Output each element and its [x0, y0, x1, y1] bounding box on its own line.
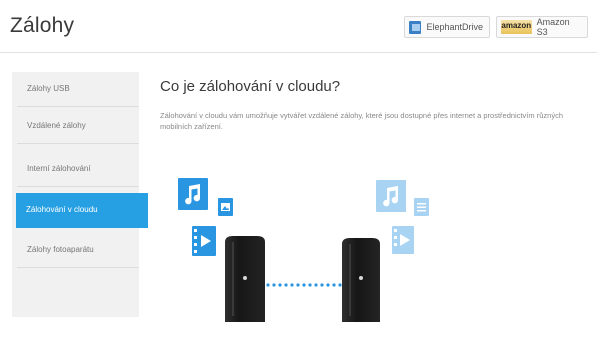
music-icon-faded — [376, 180, 406, 212]
sidebar-item-camera-backups[interactable]: Zálohy fotoaparátu — [17, 233, 139, 268]
sidebar-item-label: Zálohování v cloudu — [26, 205, 98, 214]
right-drive-icon — [342, 238, 380, 322]
amazon-s3-button[interactable]: amazon Amazon S3 — [496, 16, 588, 38]
document-icon-faded — [414, 198, 429, 216]
sidebar-item-label: Zálohy USB — [27, 84, 70, 93]
sidebar-item-internal-backups[interactable]: Interní zálohování — [17, 152, 139, 187]
sidebar-item-cloud-backups[interactable]: Zálohování v cloudu — [16, 193, 148, 228]
amazon-s3-label: Amazon S3 — [536, 17, 570, 37]
sidebar-item-remote-backups[interactable]: Vzdálené zálohy — [17, 109, 139, 144]
video-icon-faded — [392, 226, 414, 254]
section-description: Zálohování v cloudu vám umožňuje vytváře… — [160, 111, 563, 131]
sidebar-item-label: Interní zálohování — [27, 164, 91, 173]
sidebar: Zálohy USB Vzdálené zálohy Interní záloh… — [12, 72, 148, 317]
video-icon — [192, 226, 216, 256]
amazon-logo-icon: amazon — [501, 20, 532, 34]
sidebar-item-label: Vzdálené zálohy — [27, 121, 86, 130]
sidebar-item-label: Zálohy fotoaparátu — [27, 245, 94, 254]
elephantdrive-logo-icon — [409, 20, 422, 34]
page-title: Zálohy — [10, 14, 75, 37]
transfer-dots — [266, 283, 342, 287]
section-title: Co je zálohování v cloudu? — [160, 78, 341, 95]
music-icon — [178, 178, 208, 210]
header-bar: Zálohy ElephantDrive amazon Amazon S3 — [0, 0, 597, 53]
left-drive-icon — [225, 236, 265, 322]
elephantdrive-label: ElephantDrive — [426, 22, 483, 32]
sidebar-item-usb-backups[interactable]: Zálohy USB — [17, 72, 139, 107]
elephantdrive-button[interactable]: ElephantDrive — [404, 16, 490, 38]
photo-icon — [218, 198, 233, 216]
